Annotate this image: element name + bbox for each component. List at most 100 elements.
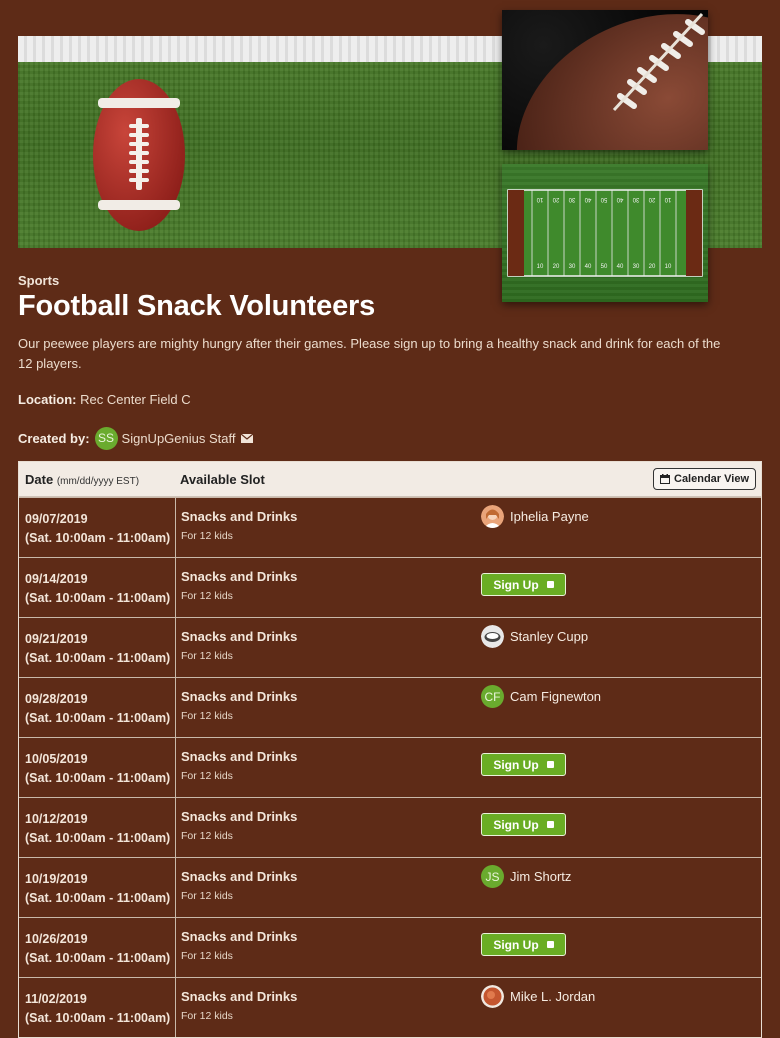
date-cell: 11/02/2019 (Sat. 10:00am - 11:00am) — [19, 978, 176, 1037]
volunteer-cell: Sign Up — [481, 918, 566, 977]
date: 09/14/2019 — [25, 572, 88, 586]
volunteer: Mike L. Jordan — [481, 984, 595, 1009]
table-row: 10/12/2019 (Sat. 10:00am - 11:00am) Snac… — [19, 797, 761, 857]
volunteer-cell: Sign Up — [481, 558, 566, 617]
slot-name: Snacks and Drinks — [181, 689, 298, 704]
date-cell: 09/28/2019 (Sat. 10:00am - 11:00am) — [19, 678, 176, 737]
date: 11/02/2019 — [25, 992, 87, 1006]
creator-avatar: SS — [94, 426, 118, 450]
slot-qty: For 12 kids — [181, 950, 233, 962]
sign-up-label: Sign Up — [493, 817, 539, 832]
yard-number: 30 — [569, 264, 576, 270]
slot-name: Snacks and Drinks — [181, 929, 298, 944]
yard-number: 40 — [585, 264, 592, 270]
slot-name: Snacks and Drinks — [181, 509, 298, 524]
creator-name[interactable]: SignUpGenius Staff — [122, 431, 236, 446]
sign-up-button[interactable]: Sign Up — [481, 753, 566, 776]
volunteer: CF Cam Fignewton — [481, 684, 601, 709]
slot-cell: Snacks and Drinks For 12 kids — [176, 858, 481, 917]
slot-name: Snacks and Drinks — [181, 569, 298, 584]
time: (Sat. 10:00am - 11:00am) — [25, 591, 171, 605]
slot-qty: For 12 kids — [181, 530, 233, 542]
date: 09/07/2019 — [25, 512, 88, 526]
date-cell: 10/19/2019 (Sat. 10:00am - 11:00am) — [19, 858, 176, 917]
time: (Sat. 10:00am - 11:00am) — [25, 831, 171, 845]
sign-up-label: Sign Up — [493, 577, 539, 592]
slot-qty: For 12 kids — [181, 590, 233, 602]
mail-icon[interactable] — [241, 433, 254, 443]
slot-cell: Snacks and Drinks For 12 kids — [176, 738, 481, 797]
yard-number: 10 — [536, 196, 543, 202]
calendar-view-button[interactable]: Calendar View — [653, 468, 756, 490]
sign-up-button[interactable]: Sign Up — [481, 813, 566, 836]
slot-name: Snacks and Drinks — [181, 749, 298, 764]
sign-up-button[interactable]: Sign Up — [481, 573, 566, 596]
table-row: 09/21/2019 (Sat. 10:00am - 11:00am) Snac… — [19, 617, 761, 677]
yard-number: 30 — [568, 196, 575, 202]
volunteer-cell: JS Jim Shortz — [481, 858, 571, 917]
volunteer-cell: Stanley Cupp — [481, 618, 588, 677]
table-row: 11/02/2019 (Sat. 10:00am - 11:00am) Snac… — [19, 977, 761, 1037]
time: (Sat. 10:00am - 11:00am) — [25, 891, 171, 905]
yard-number: 50 — [600, 196, 607, 202]
date: 10/26/2019 — [25, 932, 88, 946]
yard-number: 30 — [632, 196, 639, 202]
checkbox-icon — [546, 941, 554, 948]
volunteer: Stanley Cupp — [481, 624, 588, 649]
slot-name: Snacks and Drinks — [181, 629, 298, 644]
volunteer-name: Cam Fignewton — [510, 689, 602, 704]
date: 10/05/2019 — [25, 752, 88, 766]
date-cell: 09/07/2019 (Sat. 10:00am - 11:00am) — [19, 498, 176, 557]
slot-qty: For 12 kids — [181, 890, 233, 902]
yard-number: 20 — [648, 196, 655, 202]
volunteer-name: Iphelia Payne — [510, 509, 589, 524]
slot-name: Snacks and Drinks — [181, 869, 298, 884]
slot-name: Snacks and Drinks — [181, 989, 298, 1004]
table-row: 10/19/2019 (Sat. 10:00am - 11:00am) Snac… — [19, 857, 761, 917]
yard-number: 20 — [552, 196, 559, 202]
time: (Sat. 10:00am - 11:00am) — [25, 651, 171, 665]
slot-qty: For 12 kids — [181, 830, 233, 842]
sign-up-button[interactable]: Sign Up — [481, 933, 566, 956]
checkbox-icon — [546, 761, 554, 768]
yard-number: 10 — [664, 196, 671, 202]
slot-name: Snacks and Drinks — [181, 809, 298, 824]
yard-number: 20 — [649, 264, 656, 270]
date: 10/19/2019 — [25, 872, 88, 886]
table-header: Date (mm/dd/yyyy EST) Available Slot Cal… — [19, 462, 761, 497]
checkbox-icon — [546, 821, 554, 828]
table-row: 10/05/2019 (Sat. 10:00am - 11:00am) Snac… — [19, 737, 761, 797]
time: (Sat. 10:00am - 11:00am) — [25, 1011, 171, 1025]
volunteer-photo — [481, 625, 504, 648]
time: (Sat. 10:00am - 11:00am) — [25, 771, 171, 785]
col-date-header: Date (mm/dd/yyyy EST) — [19, 472, 175, 487]
col-date-label: Date — [25, 471, 54, 487]
slot-qty: For 12 kids — [181, 770, 233, 782]
volunteer-cell: Sign Up — [481, 738, 566, 797]
volunteer-name: Jim Shortz — [510, 869, 572, 884]
time: (Sat. 10:00am - 11:00am) — [25, 531, 171, 545]
created-by: Created by: SS SignUpGenius Staff — [18, 426, 254, 450]
time: (Sat. 10:00am - 11:00am) — [25, 711, 171, 725]
description: Our peewee players are mighty hungry aft… — [18, 336, 721, 371]
created-by-label: Created by: — [18, 430, 90, 446]
category-label: Sports — [18, 273, 60, 288]
date: 10/12/2019 — [25, 812, 88, 826]
date: 09/21/2019 — [25, 632, 88, 646]
slot-cell: Snacks and Drinks For 12 kids — [176, 498, 481, 557]
table-row: 09/14/2019 (Sat. 10:00am - 11:00am) Snac… — [19, 557, 761, 617]
slot-cell: Snacks and Drinks For 12 kids — [176, 618, 481, 677]
col-date-hint: (mm/dd/yyyy EST) — [56, 475, 140, 487]
calendar-icon — [660, 474, 670, 484]
volunteer-cell: Mike L. Jordan — [481, 978, 595, 1037]
date-cell: 09/14/2019 (Sat. 10:00am - 11:00am) — [19, 558, 176, 617]
slot-cell: Snacks and Drinks For 12 kids — [176, 798, 481, 857]
date: 09/28/2019 — [25, 692, 88, 706]
yard-number: 10 — [665, 264, 672, 270]
volunteer-cell: Sign Up — [481, 798, 566, 857]
football-field-image: 10 20 30 40 50 40 30 20 10 10 20 30 40 50 40 30 20 10 — [502, 164, 708, 302]
location: Location: Rec Center Field C — [18, 392, 191, 407]
checkbox-icon — [546, 581, 554, 588]
time: (Sat. 10:00am - 11:00am) — [25, 951, 171, 965]
table-row: 09/28/2019 (Sat. 10:00am - 11:00am) Snac… — [19, 677, 761, 737]
